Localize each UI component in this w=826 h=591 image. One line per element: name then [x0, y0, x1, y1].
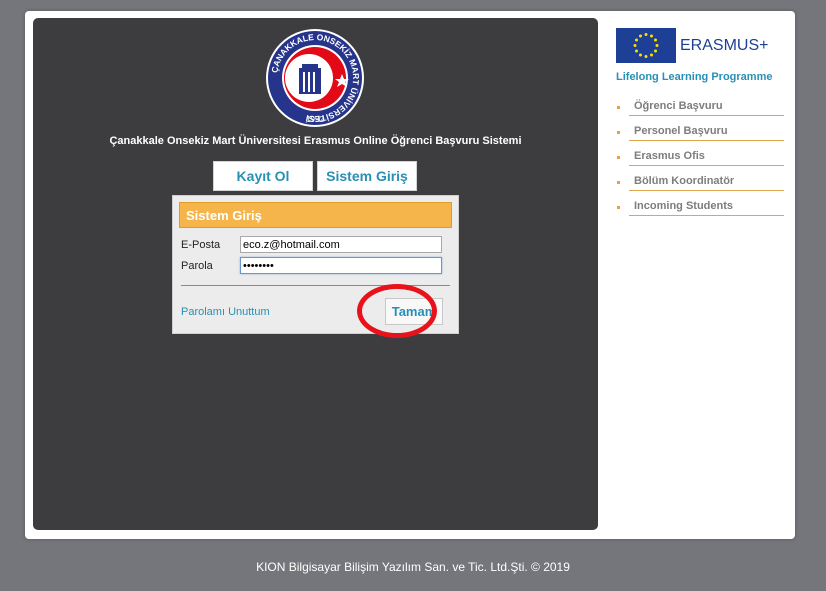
email-label: E-Posta [181, 239, 221, 251]
side-item-label: Erasmus Ofis [634, 150, 705, 162]
side-item-department-coordinator[interactable]: Bölüm Koordinatör [617, 172, 787, 197]
form-divider [181, 285, 450, 286]
login-header: Sistem Giriş [179, 202, 452, 228]
side-menu: Öğrenci Başvuru Personel Başvuru Erasmus… [617, 97, 787, 222]
divider [629, 115, 784, 116]
register-tab-button[interactable]: Kayıt Ol [213, 161, 313, 191]
side-item-label: Öğrenci Başvuru [634, 100, 723, 112]
side-item-staff-application[interactable]: Personel Başvuru [617, 122, 787, 147]
erasmus-brand: ERASMUS+ [680, 37, 769, 54]
email-field[interactable] [240, 236, 442, 253]
submit-button[interactable]: Tamam [385, 298, 443, 325]
password-field[interactable] [240, 257, 442, 274]
footer-text: KION Bilgisayar Bilişim Yazılım San. ve … [256, 560, 570, 574]
side-item-erasmus-office[interactable]: Erasmus Ofis [617, 147, 787, 172]
logo-year: 1992 [306, 115, 324, 124]
erasmus-logo: ERASMUS+ [616, 28, 776, 68]
side-item-label: Bölüm Koordinatör [634, 175, 735, 187]
system-title: Çanakkale Onsekiz Mart Üniversitesi Eras… [109, 135, 522, 147]
divider [629, 190, 784, 191]
forgot-password-link[interactable]: Parolamı Unuttum [181, 306, 270, 318]
divider [629, 215, 784, 216]
divider [629, 165, 784, 166]
side-item-incoming-students[interactable]: Incoming Students [617, 197, 787, 222]
login-tab-button[interactable]: Sistem Giriş [317, 161, 417, 191]
bullet-icon [617, 106, 620, 109]
university-logo: ÇANAKKALE ONSEKİZ MART ÜNİVERSİTESİ 1992 [266, 29, 364, 127]
main-panel: ÇANAKKALE ONSEKİZ MART ÜNİVERSİTESİ 1992… [33, 18, 598, 530]
erasmus-subtitle: Lifelong Learning Programme [616, 71, 773, 83]
bullet-icon [617, 206, 620, 209]
side-item-label: Incoming Students [634, 200, 733, 212]
divider [629, 140, 784, 141]
bullet-icon [617, 131, 620, 134]
bullet-icon [617, 181, 620, 184]
bullet-icon [617, 156, 620, 159]
side-item-label: Personel Başvuru [634, 125, 728, 137]
password-label: Parola [181, 260, 213, 272]
side-item-student-application[interactable]: Öğrenci Başvuru [617, 97, 787, 122]
eu-flag-icon [616, 28, 676, 63]
login-form: Sistem Giriş E-Posta Parola Parolamı Unu… [172, 195, 459, 334]
page-card: ÇANAKKALE ONSEKİZ MART ÜNİVERSİTESİ 1992… [25, 11, 795, 539]
